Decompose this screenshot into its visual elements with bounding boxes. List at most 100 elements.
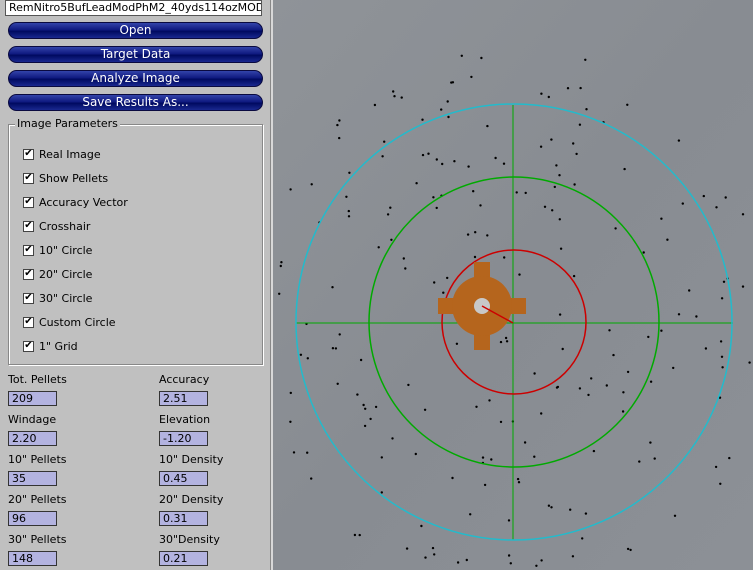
pellet-hole <box>364 407 367 410</box>
checkbox-check-icon[interactable]: ✔ <box>23 292 34 304</box>
pellet-hole <box>432 196 435 199</box>
pellet-hole <box>719 482 722 485</box>
pellet-hole <box>722 280 726 283</box>
pellet-hole <box>353 533 357 537</box>
checkbox-check-icon[interactable]: ✔ <box>23 172 34 184</box>
density-20-value: 0.31 <box>159 511 208 526</box>
pellet-hole <box>402 257 405 260</box>
pellet-hole <box>638 460 641 463</box>
pellet-hole <box>561 347 564 351</box>
pellet-hole <box>392 90 395 93</box>
pellet-hole <box>516 477 520 481</box>
checkbox-check-icon[interactable]: ✔ <box>23 196 34 208</box>
checkbox-label: 10" Circle <box>39 243 93 257</box>
pellet-hole <box>404 267 407 270</box>
pellet-hole <box>533 372 536 375</box>
pellet-hole <box>572 142 575 145</box>
checkbox-real-image[interactable]: ✔ Real Image <box>23 147 101 161</box>
checkbox-check-icon[interactable]: ✔ <box>23 244 34 256</box>
pellet-hole <box>420 524 423 528</box>
checkbox-label: Accuracy Vector <box>39 195 128 209</box>
pellet-hole <box>551 209 554 212</box>
pellet-hole <box>592 449 596 453</box>
checkbox-label: 20" Circle <box>39 267 93 281</box>
pellet-hole <box>524 191 527 195</box>
save-results-button[interactable]: Save Results As... <box>8 94 263 111</box>
pellet-hole <box>474 231 477 234</box>
checkbox-check-icon[interactable]: ✔ <box>23 340 34 352</box>
pellet-hole <box>677 139 681 142</box>
pellet-hole <box>629 548 632 552</box>
pellet-hole <box>423 408 427 411</box>
target-data-button[interactable]: Target Data <box>8 46 263 63</box>
pellet-hole <box>306 451 309 454</box>
checkbox-check-icon[interactable]: ✔ <box>23 148 34 160</box>
checkbox-30-circle[interactable]: ✔ 30" Circle <box>23 291 92 305</box>
pellet-hole <box>533 455 536 458</box>
checkbox-show-pellets[interactable]: ✔ Show Pellets <box>23 171 108 185</box>
checkbox-check-icon[interactable]: ✔ <box>23 220 34 232</box>
pellet-hole <box>681 202 684 205</box>
pellet-hole <box>578 387 582 390</box>
pellet-hole <box>467 165 470 168</box>
pellet-hole <box>719 340 723 343</box>
pellets-30-value: 148 <box>8 551 57 566</box>
filename-field[interactable]: RemNitro5BufLeadModPhM2_40yds114ozMOD3.j… <box>5 0 262 16</box>
pellet-hole <box>553 185 556 189</box>
checkbox-accuracy-vector[interactable]: ✔ Accuracy Vector <box>23 195 128 209</box>
pellet-hole <box>289 188 292 191</box>
pellet-hole <box>280 261 283 264</box>
analyze-image-button[interactable]: Analyze Image <box>8 70 263 87</box>
pellets-20-value: 96 <box>8 511 57 526</box>
pellet-hole <box>289 420 292 423</box>
pellet-hole <box>414 452 417 456</box>
pellet-hole <box>475 405 478 408</box>
pellet-hole <box>575 152 578 156</box>
pellet-hole <box>465 558 468 562</box>
pellet-hole <box>299 353 303 356</box>
pellet-hole <box>393 95 396 98</box>
pellet-hole <box>587 393 590 397</box>
checkbox-20-circle[interactable]: ✔ 20" Circle <box>23 267 92 281</box>
pellet-hole <box>584 512 588 515</box>
pellet-hole <box>431 546 435 550</box>
pellet-hole <box>473 255 477 259</box>
checkbox-10-circle[interactable]: ✔ 10" Circle <box>23 243 92 257</box>
open-button[interactable]: Open <box>8 22 263 39</box>
checkbox-custom-circle[interactable]: ✔ Custom Circle <box>23 315 116 329</box>
pellet-hole <box>405 547 409 550</box>
density-10-label: 10" Density <box>159 453 224 466</box>
pellet-hole <box>569 508 572 511</box>
pellet-hole <box>621 410 625 413</box>
pellet-hole <box>440 108 443 111</box>
pellet-hole <box>558 313 562 316</box>
pellet-hole <box>504 336 508 340</box>
pellet-hole <box>673 514 677 517</box>
density-30-value: 0.21 <box>159 551 208 566</box>
checkbox-1-grid[interactable]: ✔ 1" Grid <box>23 339 78 353</box>
pellet-hole <box>605 384 608 387</box>
pellet-hole <box>381 155 384 158</box>
pellet-hole <box>421 153 425 157</box>
pellet-hole <box>556 385 560 389</box>
checkbox-check-icon[interactable]: ✔ <box>23 316 34 328</box>
pellet-hole <box>338 119 341 122</box>
pellet-hole <box>289 391 292 395</box>
pellet-hole <box>515 191 518 194</box>
pellet-hole <box>347 215 351 218</box>
pellet-hole <box>688 289 691 292</box>
pellets-30-label: 30" Pellets <box>8 533 67 546</box>
checkbox-check-icon[interactable]: ✔ <box>23 268 34 280</box>
pellet-hole <box>494 156 497 160</box>
pellet-hole <box>499 340 503 344</box>
pellets-10-value: 35 <box>8 471 57 486</box>
pellet-hole <box>540 412 543 415</box>
density-20-label: 20" Density <box>159 493 224 506</box>
pellet-hole <box>499 420 503 424</box>
checkbox-crosshair[interactable]: ✔ Crosshair <box>23 219 90 233</box>
pellet-hole <box>590 377 593 380</box>
pellet-hole <box>278 292 281 295</box>
pellet-hole <box>347 209 350 213</box>
target-image-view[interactable] <box>273 0 753 570</box>
pellet-hole <box>724 196 727 199</box>
